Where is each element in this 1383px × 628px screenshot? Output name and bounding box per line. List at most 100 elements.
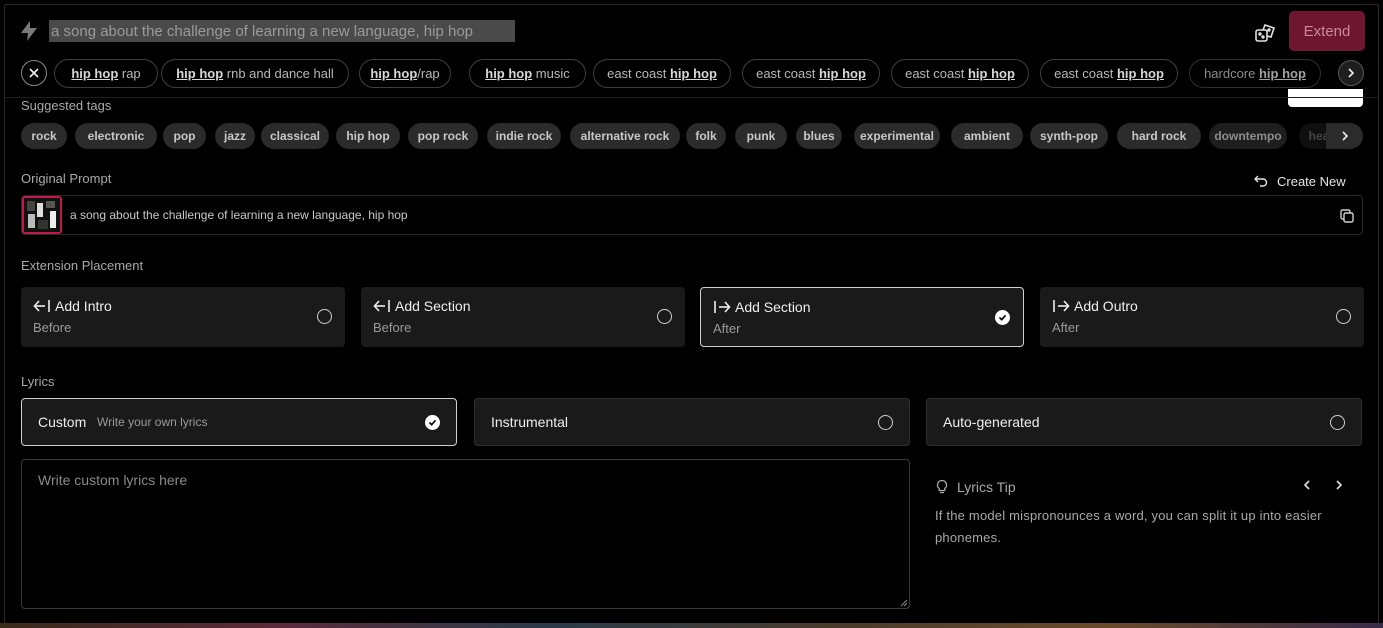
create-new-label: Create New bbox=[1277, 173, 1346, 189]
suggestion-pill[interactable]: east coast hip hop bbox=[891, 59, 1029, 88]
placement-title-text: Add Outro bbox=[1074, 298, 1138, 314]
tip-next-button[interactable] bbox=[1329, 475, 1349, 495]
arrow-left-bar-icon bbox=[33, 300, 50, 312]
original-prompt-box: a song about the challenge of learning a… bbox=[21, 195, 1363, 235]
suggestion-match: hip hop bbox=[967, 66, 1015, 81]
close-icon bbox=[29, 68, 39, 78]
prompt-input[interactable] bbox=[49, 20, 515, 42]
suggestion-pill[interactable]: hip hop rap bbox=[54, 59, 158, 88]
background-thumbnails-strip bbox=[0, 623, 1383, 628]
tag-chip[interactable]: indie rock bbox=[487, 123, 561, 149]
suggestion-match: hip hop bbox=[818, 66, 866, 81]
placement-option[interactable]: Add Section After bbox=[700, 287, 1024, 347]
placement-title-text: Add Section bbox=[735, 299, 811, 315]
suggestion-suffix: rap bbox=[118, 66, 141, 81]
placement-title: Add Section bbox=[713, 299, 811, 315]
placement-option[interactable]: Add Outro After bbox=[1040, 287, 1364, 347]
suggestions-row: hip hop rap hip hop rnb and dance hall hip… bbox=[5, 59, 1378, 91]
placement-title: Add Section bbox=[373, 298, 471, 314]
hidden-button-fragment bbox=[1288, 89, 1363, 107]
tag-chip[interactable]: hip hop bbox=[336, 123, 400, 149]
lyrics-option[interactable]: Custom Write your own lyrics bbox=[21, 398, 457, 446]
suggestion-pill[interactable]: hip hop/rap bbox=[359, 59, 451, 88]
tag-chip[interactable]: folk bbox=[686, 123, 726, 149]
tag-chip[interactable]: hard rock bbox=[1117, 123, 1201, 149]
tag-chip[interactable]: experimental bbox=[854, 123, 940, 149]
copy-icon[interactable] bbox=[1338, 207, 1356, 225]
song-thumbnail bbox=[22, 196, 62, 234]
suggestion-prefix: east coast bbox=[607, 66, 670, 81]
placement-option[interactable]: Add Section Before bbox=[361, 287, 685, 347]
placement-subtitle: After bbox=[713, 321, 741, 336]
tag-chip[interactable]: downtempo bbox=[1209, 123, 1287, 149]
lyrics-textarea[interactable] bbox=[21, 459, 910, 609]
tag-chip[interactable]: pop bbox=[163, 123, 206, 149]
tag-chip[interactable]: blues bbox=[796, 123, 842, 149]
lyrics-label: Lyrics bbox=[21, 374, 55, 389]
resize-handle-icon[interactable] bbox=[898, 597, 908, 607]
extension-placement-label: Extension Placement bbox=[21, 258, 144, 273]
tag-chip[interactable]: synth-pop bbox=[1030, 123, 1108, 149]
placement-subtitle: After bbox=[1052, 320, 1080, 335]
suggestion-prefix: east coast bbox=[1054, 66, 1117, 81]
bolt-icon bbox=[21, 21, 37, 41]
placement-title: Add Intro bbox=[33, 298, 112, 314]
suggestion-prefix: east coast bbox=[756, 66, 819, 81]
placement-subtitle: Before bbox=[373, 320, 412, 335]
suggestion-match: hip hop bbox=[370, 66, 418, 81]
tag-chip[interactable]: punk bbox=[735, 123, 787, 149]
radio-icon[interactable] bbox=[1336, 309, 1351, 324]
lyrics-option[interactable]: Instrumental bbox=[474, 398, 910, 446]
chevron-right-icon bbox=[1348, 68, 1355, 78]
placement-subtitle: Before bbox=[33, 320, 72, 335]
suggestion-pill[interactable]: east coast hip hop bbox=[1040, 59, 1178, 88]
create-new-button[interactable]: Create New bbox=[1253, 171, 1346, 191]
suggested-tags-label: Suggested tags bbox=[21, 98, 112, 113]
suggestion-pill[interactable]: hardcore hip hop bbox=[1189, 59, 1321, 88]
suggestion-pill[interactable]: east coast hip hop bbox=[742, 59, 880, 88]
chevron-right-icon bbox=[1341, 131, 1348, 141]
tag-chip[interactable]: alternative rock bbox=[570, 123, 680, 149]
tag-chip[interactable]: ambient bbox=[951, 123, 1023, 149]
lightbulb-icon bbox=[936, 479, 948, 494]
suggestion-prefix: east coast bbox=[905, 66, 968, 81]
suggestion-match: hip hop bbox=[485, 66, 533, 81]
lyrics-option-title: Auto-generated bbox=[943, 414, 1040, 430]
undo-icon bbox=[1254, 175, 1268, 187]
chevron-left-icon bbox=[1303, 480, 1310, 490]
radio-checked-icon[interactable] bbox=[425, 415, 440, 430]
lyrics-option[interactable]: Auto-generated bbox=[926, 398, 1362, 446]
dice-icon[interactable] bbox=[1253, 21, 1277, 45]
suggestion-pill[interactable]: east coast hip hop bbox=[593, 59, 731, 88]
suggestions-next-button[interactable] bbox=[1338, 60, 1364, 86]
close-suggestions-button[interactable] bbox=[21, 60, 47, 86]
extend-button[interactable]: Extend bbox=[1289, 11, 1365, 51]
radio-icon[interactable] bbox=[1330, 415, 1345, 430]
placement-title-text: Add Section bbox=[395, 298, 471, 314]
radio-checked-icon[interactable] bbox=[995, 310, 1010, 325]
suggestion-pill[interactable]: hip hop rnb and dance hall bbox=[161, 59, 349, 88]
radio-icon[interactable] bbox=[317, 309, 332, 324]
tag-chip[interactable]: electronic bbox=[75, 123, 157, 149]
tags-next-button[interactable] bbox=[1326, 123, 1363, 149]
radio-icon[interactable] bbox=[878, 415, 893, 430]
bar-arrow-right-icon bbox=[714, 301, 731, 313]
tag-chip[interactable]: classical bbox=[261, 123, 329, 149]
radio-icon[interactable] bbox=[657, 309, 672, 324]
suggestion-suffix: rnb and dance hall bbox=[223, 66, 334, 81]
extend-dialog: Extend hip hop raphip hop rnb and dance … bbox=[4, 4, 1379, 624]
original-prompt-label: Original Prompt bbox=[21, 171, 112, 186]
lyrics-option-title: Custom bbox=[38, 414, 87, 430]
tag-chip[interactable]: rock bbox=[21, 123, 67, 149]
suggestion-match: hip hop bbox=[1258, 66, 1306, 81]
tag-chip[interactable]: pop rock bbox=[408, 123, 478, 149]
tag-chip[interactable]: jazz bbox=[215, 123, 255, 149]
lyrics-option-title: Instrumental bbox=[491, 414, 569, 430]
tip-prev-button[interactable] bbox=[1297, 475, 1317, 495]
suggestion-pill[interactable]: hip hop music bbox=[469, 59, 586, 88]
placement-option[interactable]: Add Intro Before bbox=[21, 287, 345, 347]
placement-title-text: Add Intro bbox=[55, 298, 112, 314]
suggestion-match: hip hop bbox=[71, 66, 119, 81]
bar-arrow-right-icon bbox=[1053, 300, 1070, 312]
suggestion-match: hip hop bbox=[669, 66, 717, 81]
